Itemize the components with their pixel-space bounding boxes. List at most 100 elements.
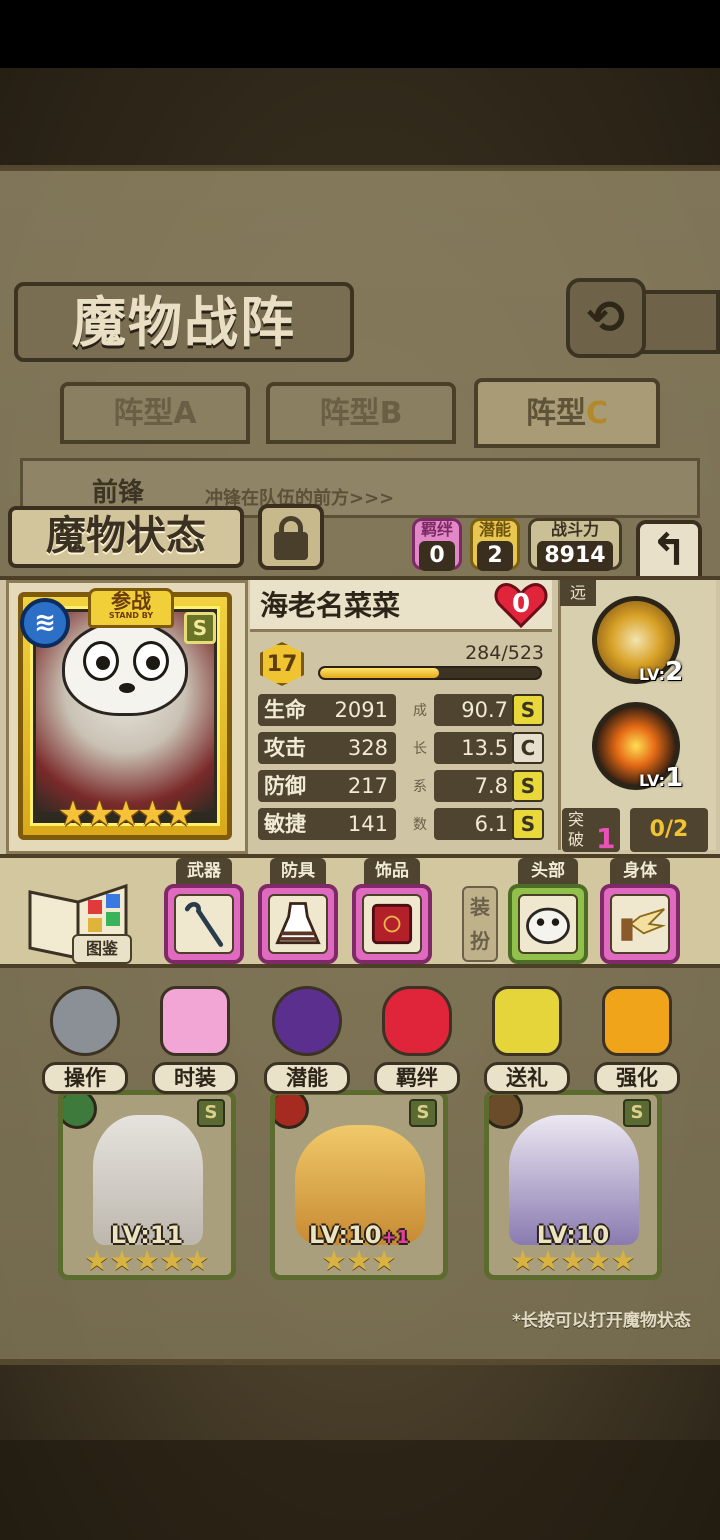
dog-mask-face bbox=[62, 620, 188, 716]
head-slot[interactable] bbox=[508, 884, 588, 964]
enhance-button[interactable]: 强化 bbox=[592, 986, 682, 1096]
power-value: 8914 bbox=[537, 541, 613, 571]
accessory-tag: 饰品 bbox=[364, 858, 420, 884]
stat-row-agility: 敏捷 141 数 6.1 S bbox=[258, 808, 550, 842]
action-label: 潜能 bbox=[264, 1062, 350, 1094]
gift-icon bbox=[492, 986, 562, 1056]
weapon-slot[interactable] bbox=[164, 884, 244, 964]
body-tag: 身体 bbox=[610, 858, 670, 884]
stat-value: 217 bbox=[347, 774, 388, 798]
stand-by-banner: 参战 STAND BY bbox=[88, 588, 174, 628]
stat-grade: C bbox=[512, 732, 544, 764]
affection-value: 0 bbox=[511, 589, 531, 619]
crowbar-icon bbox=[184, 902, 224, 947]
team-member-3[interactable]: S LV:10 ★★★★★ bbox=[484, 1090, 662, 1280]
tab-formation-b[interactable]: 阵型B bbox=[266, 382, 456, 444]
potential-label: 潜能 bbox=[478, 520, 511, 539]
team-member-1[interactable]: S LV:11 ★★★★★ bbox=[58, 1090, 236, 1280]
front-row-label: 前锋 bbox=[92, 478, 145, 508]
nose bbox=[119, 683, 135, 693]
tab-letter: B bbox=[379, 396, 403, 431]
skill-2-button[interactable]: LV:1 bbox=[592, 702, 683, 793]
tab-formation-c[interactable]: 阵型C bbox=[474, 378, 660, 448]
formation-back-button[interactable]: ⟲ bbox=[566, 278, 646, 358]
outfit-button[interactable]: 时装 bbox=[150, 986, 240, 1096]
stat-growth: 90.7 bbox=[461, 698, 508, 722]
stat-growth-box: 7.8 bbox=[434, 770, 514, 802]
stat-row-hp: 生命 2091 成 90.7 S bbox=[258, 694, 550, 728]
demon-icon bbox=[272, 986, 342, 1056]
lock-button[interactable] bbox=[258, 504, 324, 570]
stat-value: 2091 bbox=[334, 698, 388, 722]
stat-growth: 7.8 bbox=[474, 774, 508, 798]
dress-up-label: 装扮 bbox=[462, 886, 498, 962]
potential-button[interactable]: 潜能 bbox=[262, 986, 352, 1096]
coef-char: 成 bbox=[413, 703, 427, 719]
body-slot[interactable] bbox=[600, 884, 680, 964]
action-label: 时装 bbox=[152, 1062, 238, 1094]
formation-title: 魔物战阵 bbox=[14, 282, 354, 362]
stat-row-attack: 攻击 328 长 13.5 C bbox=[258, 732, 550, 766]
outfit-icon bbox=[160, 986, 230, 1056]
long-press-hint: *长按可以打开魔物状态 bbox=[512, 1311, 691, 1331]
gift-button[interactable]: 送礼 bbox=[482, 986, 572, 1096]
stat-name: 防御 bbox=[264, 774, 306, 798]
stat-value: 328 bbox=[347, 736, 388, 760]
tab-letter: A bbox=[173, 396, 197, 431]
member-stars: ★★★★★ bbox=[84, 1244, 210, 1277]
back-arrow-icon: ⟲ bbox=[586, 290, 626, 344]
action-label: 操作 bbox=[42, 1062, 128, 1094]
stat-grade: S bbox=[512, 770, 544, 802]
stat-grade: S bbox=[512, 808, 544, 840]
coef-char: 数 bbox=[413, 817, 427, 833]
stat-name: 生命 bbox=[264, 698, 306, 722]
stand-by-cn: 参战 bbox=[111, 589, 151, 613]
stat-name-box: 生命 2091 bbox=[258, 694, 396, 726]
bond-button[interactable]: 羁绊 bbox=[372, 986, 462, 1096]
return-arrow-icon: ↰ bbox=[650, 525, 688, 576]
exp-bar bbox=[318, 666, 542, 680]
dog-head-icon bbox=[526, 907, 570, 945]
upgrade-arrows-icon bbox=[602, 986, 672, 1056]
stat-value: 141 bbox=[347, 812, 388, 836]
breakthrough-count[interactable]: 0/2 bbox=[630, 808, 708, 852]
armor-slot[interactable] bbox=[258, 884, 338, 964]
slot-inner bbox=[174, 894, 234, 954]
slot-inner bbox=[610, 894, 670, 954]
tab-formation-a[interactable]: 阵型A bbox=[60, 382, 250, 444]
team-member-2[interactable]: S LV:10+1 ★★★ bbox=[270, 1090, 448, 1280]
stat-name: 敏捷 bbox=[264, 812, 306, 836]
bond-value: 0 bbox=[419, 541, 455, 571]
formation-back-bar bbox=[640, 290, 720, 354]
tab-letter: C bbox=[585, 396, 609, 431]
action-label: 送礼 bbox=[484, 1062, 570, 1094]
tab-label: 阵型 bbox=[319, 396, 380, 431]
breakthrough-value: 1 bbox=[596, 822, 616, 855]
accessory-slot[interactable] bbox=[352, 884, 432, 964]
weapon-tag: 武器 bbox=[176, 858, 232, 884]
potential-value: 2 bbox=[477, 541, 513, 571]
exp-bar-fill bbox=[320, 668, 440, 678]
red-book-icon bbox=[371, 903, 413, 945]
action-label: 强化 bbox=[594, 1062, 680, 1094]
eye bbox=[133, 641, 169, 681]
top-dim-band bbox=[0, 68, 720, 168]
skill-1-button[interactable]: LV:2 bbox=[592, 596, 683, 687]
hearts-icon bbox=[382, 986, 452, 1056]
card-stars: ★★★★★ bbox=[57, 794, 194, 834]
winged-body-icon bbox=[621, 908, 666, 941]
stat-growth: 6.1 bbox=[474, 812, 508, 836]
breakthrough-text: 突破 bbox=[568, 810, 585, 849]
stat-name-box: 防御 217 bbox=[258, 770, 396, 802]
grade-badge: S bbox=[197, 1099, 225, 1127]
stat-row-defense: 防御 217 系 7.8 S bbox=[258, 770, 550, 804]
status-title: 魔物状态 bbox=[8, 506, 244, 568]
stat-name-box: 敏捷 141 bbox=[258, 808, 396, 840]
encyclopedia-label[interactable]: 图鉴 bbox=[72, 934, 132, 964]
operation-button[interactable]: 操作 bbox=[40, 986, 130, 1096]
coef-char: 长 bbox=[413, 741, 427, 757]
stat-growth: 13.5 bbox=[461, 736, 508, 760]
exp-text: 284/523 bbox=[465, 642, 544, 664]
grade-badge: S bbox=[623, 1099, 651, 1127]
range-tag: 远 bbox=[560, 580, 596, 606]
